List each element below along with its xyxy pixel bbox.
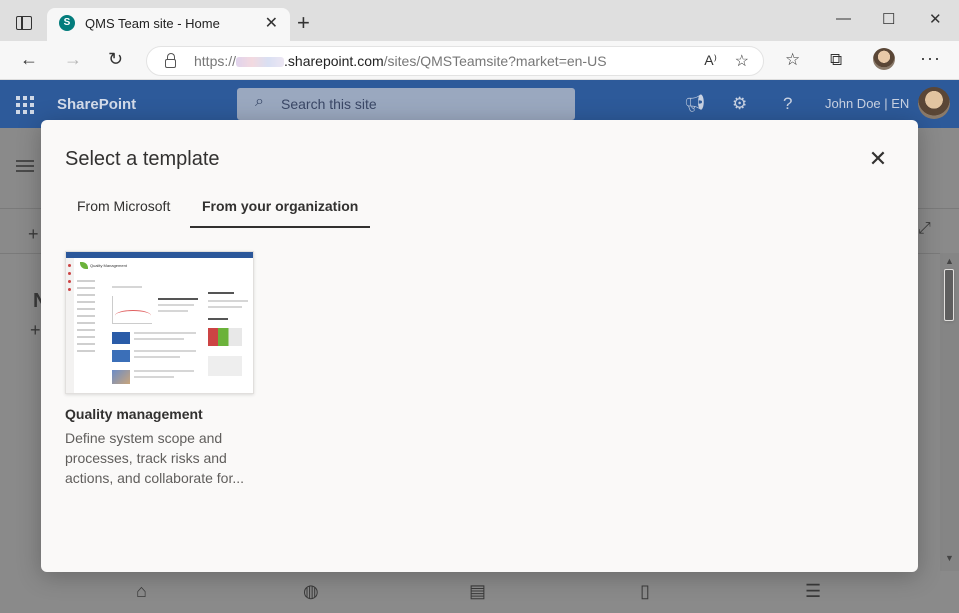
dialog-title: Select a template bbox=[65, 148, 220, 170]
forward-arrow-icon[interactable]: → bbox=[64, 49, 82, 70]
scroll-thumb[interactable] bbox=[944, 269, 954, 321]
template-card-quality-management[interactable]: Quality Management Quality management De bbox=[65, 251, 254, 488]
tab-close-icon[interactable]: ✕ bbox=[265, 13, 278, 33]
tab-title: QMS Team site - Home bbox=[85, 16, 220, 31]
add-icon: + bbox=[28, 224, 39, 244]
browser-tab-bar: S QMS Team site - Home ✕ + — ☐ ✕ bbox=[0, 0, 959, 41]
news-icon[interactable]: ▤ bbox=[469, 581, 486, 602]
back-arrow-icon[interactable]: ← bbox=[20, 49, 38, 70]
url-text: https://.sharepoint.com/sites/QMSTeamsit… bbox=[194, 53, 607, 69]
select-template-dialog: Select a template ✕ From Microsoft From … bbox=[41, 120, 918, 572]
add-favorite-icon[interactable]: ☆ bbox=[735, 51, 749, 71]
list-icon[interactable]: ☰ bbox=[805, 581, 821, 602]
bottom-nav: ⌂ ◍ ▤ ▯ ☰ bbox=[0, 572, 959, 613]
tab-from-microsoft[interactable]: From Microsoft bbox=[65, 190, 182, 228]
user-name-language[interactable]: John Doe | EN bbox=[825, 96, 909, 111]
leaf-logo-icon bbox=[80, 262, 88, 269]
search-icon: ⌕ bbox=[255, 93, 264, 110]
close-window-button[interactable]: ✕ bbox=[929, 10, 942, 28]
globe-icon[interactable]: ◍ bbox=[303, 581, 319, 602]
new-tab-button[interactable]: + bbox=[297, 10, 310, 36]
address-toolbar: ← → ↻ https://.sharepoint.com/sites/QMST… bbox=[0, 41, 959, 80]
home-icon[interactable]: ⌂ bbox=[136, 581, 147, 602]
favorites-icon[interactable]: ☆ bbox=[785, 50, 800, 70]
browser-profile-avatar[interactable] bbox=[873, 48, 895, 70]
user-avatar[interactable] bbox=[918, 87, 950, 119]
app-name[interactable]: SharePoint bbox=[57, 96, 136, 113]
close-icon[interactable]: ✕ bbox=[867, 148, 889, 170]
help-icon[interactable]: ? bbox=[783, 94, 792, 114]
collections-icon[interactable]: ⧉ bbox=[830, 50, 842, 70]
tab-from-your-organization[interactable]: From your organization bbox=[190, 190, 371, 228]
scroll-up-icon[interactable]: ▲ bbox=[945, 256, 954, 266]
more-menu-icon[interactable]: ··· bbox=[920, 48, 941, 69]
app-launcher-icon[interactable] bbox=[16, 96, 34, 114]
expand-icon: ⤢ bbox=[918, 220, 931, 237]
thumbnail-title: Quality Management bbox=[90, 263, 127, 268]
sharepoint-favicon-icon: S bbox=[59, 15, 75, 31]
browser-tab[interactable]: S QMS Team site - Home ✕ bbox=[47, 8, 290, 41]
tab-actions-icon[interactable] bbox=[16, 16, 32, 30]
maximize-button[interactable]: ☐ bbox=[882, 10, 895, 28]
site-search-box[interactable]: ⌕ Search this site bbox=[237, 88, 575, 120]
scroll-down-icon[interactable]: ▼ bbox=[945, 553, 954, 563]
refresh-icon[interactable]: ↻ bbox=[108, 49, 123, 70]
gear-icon[interactable]: ⚙ bbox=[732, 94, 747, 114]
minimize-button[interactable]: — bbox=[836, 10, 851, 27]
template-title: Quality management bbox=[65, 406, 203, 422]
template-thumbnail: Quality Management bbox=[65, 251, 254, 394]
megaphone-icon[interactable]: 📢︎ bbox=[684, 94, 706, 114]
template-description: Define system scope and processes, track… bbox=[65, 430, 244, 486]
address-bar[interactable]: https://.sharepoint.com/sites/QMSTeamsit… bbox=[146, 46, 764, 76]
search-placeholder: Search this site bbox=[281, 96, 377, 112]
add-icon: + bbox=[30, 320, 41, 340]
read-aloud-icon[interactable]: A⁾ bbox=[704, 52, 717, 69]
redacted-tenant bbox=[236, 57, 285, 68]
lock-icon[interactable] bbox=[165, 53, 176, 68]
page-scrollbar[interactable]: ▲ ▼ bbox=[940, 253, 959, 571]
hamburger-menu-icon bbox=[16, 160, 34, 172]
document-icon[interactable]: ▯ bbox=[640, 581, 650, 602]
